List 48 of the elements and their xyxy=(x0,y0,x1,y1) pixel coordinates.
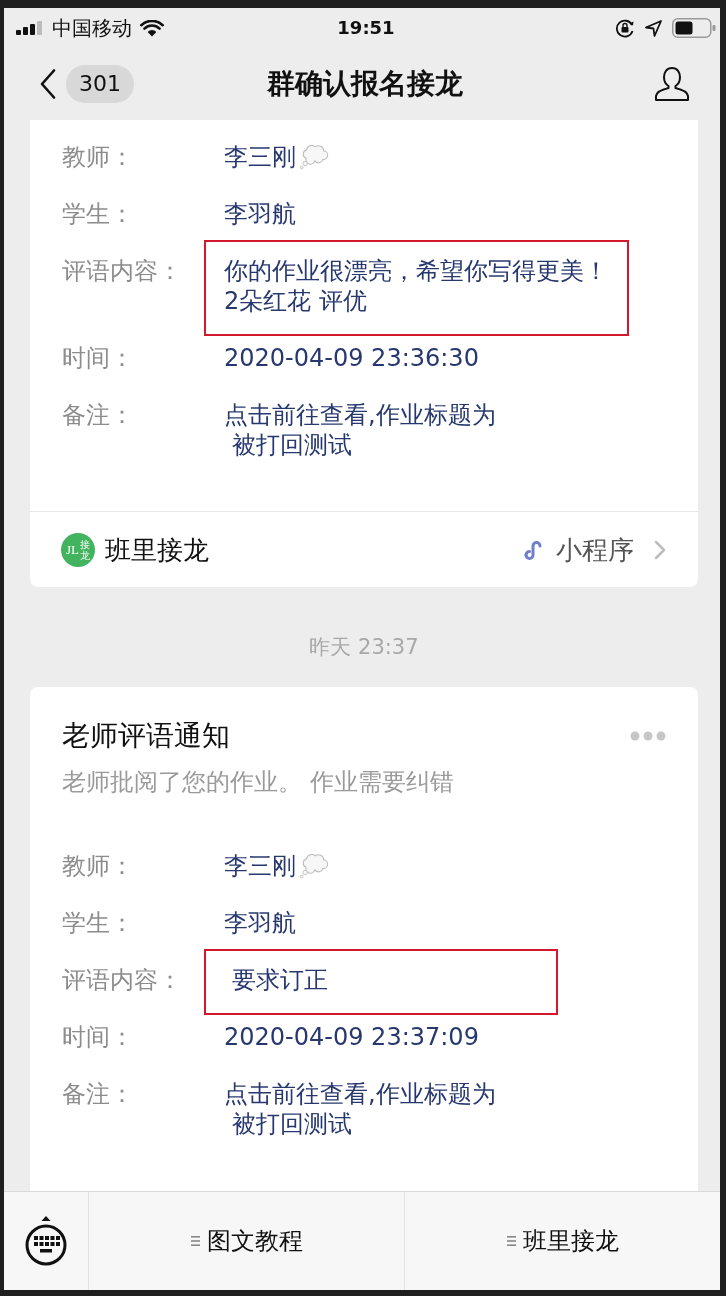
menu-icon xyxy=(190,1236,200,1246)
back-icon[interactable] xyxy=(40,69,56,99)
timestamp: 昨天 23:37 xyxy=(309,634,419,661)
status-time: 19:51 xyxy=(337,16,395,40)
field-value: 2020-04-09 23:37:09 xyxy=(224,1022,479,1052)
field-value: 被打回测试 xyxy=(230,1109,352,1139)
field-label: 学生： xyxy=(62,908,135,938)
unread-count-badge: 301 xyxy=(66,65,134,103)
card-title: 老师评语通知 xyxy=(62,718,230,754)
field-label: 教师： xyxy=(62,851,135,881)
field-value: 被打回测试 xyxy=(230,430,352,460)
field-label: 备注： xyxy=(62,400,135,431)
battery-icon xyxy=(672,18,716,38)
field-value: 要求订正 xyxy=(230,965,328,995)
logo-subtext: 接龙 xyxy=(80,538,90,561)
field-value: 李羽航 xyxy=(224,199,296,229)
menu-item[interactable]: 班里接龙 xyxy=(405,1192,720,1290)
mini-program-name: 班里接龙 xyxy=(105,533,209,566)
field-value: 李羽航 xyxy=(224,908,296,938)
field-label: 评语内容： xyxy=(62,965,183,995)
card-subtitle: 老师批阅了您的作业。 作业需要纠错 xyxy=(62,767,455,797)
mini-program-label: 小程序 xyxy=(556,533,634,566)
keyboard-icon[interactable] xyxy=(24,1215,68,1267)
person-icon[interactable] xyxy=(654,66,690,102)
thought-bubble-icon xyxy=(299,143,329,170)
field-value: 点击前往查看,作业标题为 xyxy=(224,1079,496,1109)
field-label: 备注： xyxy=(62,1079,135,1110)
field-label: 学生： xyxy=(62,199,135,229)
field-label: 时间： xyxy=(62,1022,135,1052)
field-value: 你的作业很漂亮，希望你写得更美！ xyxy=(224,256,608,286)
signal-icon xyxy=(16,21,44,35)
field-value: 2020-04-09 23:36:30 xyxy=(224,343,479,373)
carrier-name: 中国移动 xyxy=(52,16,132,40)
menu-item[interactable]: 图文教程 xyxy=(89,1192,405,1290)
field-value: 李三刚 xyxy=(224,851,296,881)
field-label: 教师： xyxy=(62,142,135,172)
menu-icon xyxy=(506,1236,516,1246)
chat-title: 群确认报名接龙 xyxy=(267,66,463,102)
field-value: 2朵红花 评优 xyxy=(224,286,367,316)
wifi-icon xyxy=(140,19,164,37)
thought-bubble-icon xyxy=(299,852,329,879)
logo-text: JL xyxy=(66,542,79,557)
field-label: 时间： xyxy=(62,343,135,373)
rotation-lock-icon xyxy=(615,18,635,38)
field-label: 评语内容： xyxy=(62,256,183,287)
field-value: 点击前往查看,作业标题为 xyxy=(224,400,496,430)
field-value: 李三刚 xyxy=(224,142,296,172)
location-arrow-icon xyxy=(645,19,662,37)
